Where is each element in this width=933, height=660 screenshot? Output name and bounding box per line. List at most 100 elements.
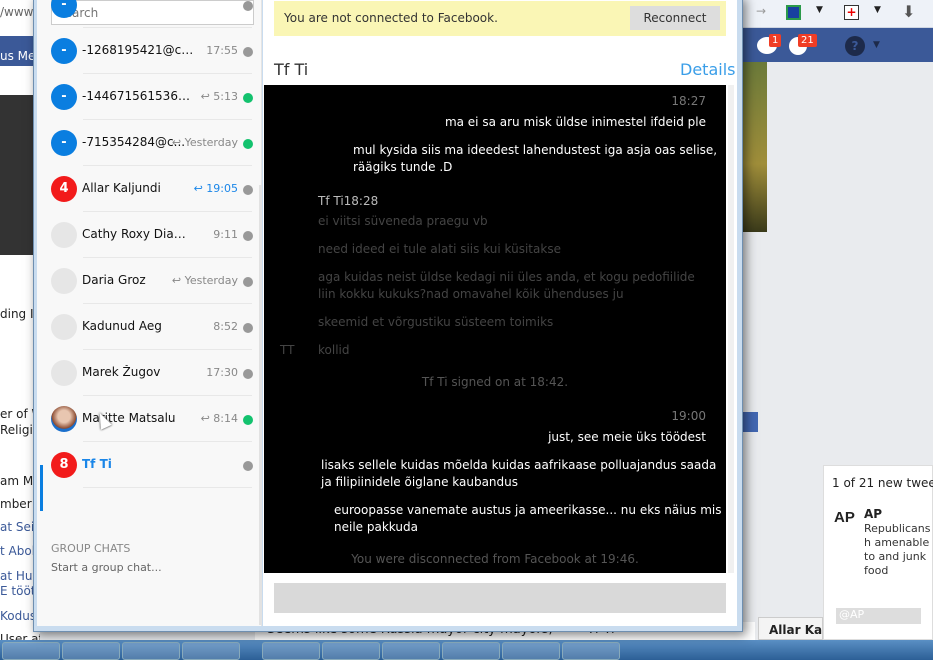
contact-avatar: -: [51, 38, 77, 64]
tweet-header: 1 of 21 new tweets: [832, 476, 933, 490]
contact-name: -1446715615369885...: [82, 89, 194, 103]
taskbar-item[interactable]: [262, 642, 320, 660]
save-icon[interactable]: [786, 5, 801, 20]
tweet-text: Republicans h amenable to and junk food: [864, 522, 931, 577]
dropdown-icon[interactable]: ▼: [874, 5, 881, 15]
dropdown-icon[interactable]: ▼: [873, 40, 880, 50]
contact-row[interactable]: Maritte Matsalu ↩ 8:14: [41, 396, 258, 442]
contact-avatar: -: [51, 130, 77, 156]
contact-avatar: 4: [51, 176, 77, 202]
message-outgoing: euroopasse vanemate austus ja ameerikass…: [334, 503, 722, 517]
reconnect-button[interactable]: Reconnect: [630, 6, 720, 30]
tweet-notification[interactable]: 1 of 21 new tweets AP AP Republicans h a…: [823, 465, 933, 640]
taskbar-item[interactable]: [182, 642, 240, 660]
contact-avatar: 8: [51, 452, 77, 478]
contact-row[interactable]: Marek Žugov 17:30: [41, 350, 258, 396]
message-outgoing: mul kysida siis ma ideedest lahendustest…: [353, 143, 718, 157]
selected-indicator: [40, 465, 43, 511]
message-outgoing: ja filipiinidele õiglane kaubandus: [321, 475, 519, 489]
message-outgoing: räägiks tunde .D: [353, 160, 453, 174]
contact-name: Cathy Roxy Diamond: [82, 227, 194, 241]
message-incoming: liin kokku kukuks?nad omavahel kõik ühen…: [318, 287, 624, 301]
message-input[interactable]: [274, 583, 726, 613]
details-link[interactable]: Details: [680, 60, 735, 79]
contact-avatar: [51, 406, 77, 432]
taskbar-item[interactable]: [2, 642, 60, 660]
taskbar-item[interactable]: [122, 642, 180, 660]
contact-time: 17:30: [206, 366, 238, 379]
contact-avatar: [51, 314, 77, 340]
contact-row[interactable]: Kadunud Aeg 8:52: [41, 304, 258, 350]
contact-name: -1268195421@chat.fa...: [82, 43, 194, 57]
chat-tab-allar[interactable]: Allar Kaljundi: [758, 617, 823, 640]
bg-url: /www.: [0, 5, 37, 19]
contact-time: 9:11: [213, 228, 238, 241]
contact-row[interactable]: -: [41, 0, 258, 28]
taskbar-item[interactable]: [322, 642, 380, 660]
message-incoming: need ideed ei tule alati siis kui küsita…: [318, 242, 561, 256]
system-message: Tf Ti signed on at 18:42.: [421, 375, 569, 389]
contact-time: ↩ 19:05: [193, 182, 238, 195]
sender-initials: TT: [280, 343, 295, 357]
contact-avatar: [51, 222, 77, 248]
divider: [83, 487, 252, 488]
taskbar-firefox[interactable]: [62, 642, 120, 660]
status-dot-icon: [243, 323, 253, 333]
contact-avatar: [51, 360, 77, 386]
cover-photo: [740, 62, 767, 232]
tweet-handle: @AP: [836, 608, 921, 624]
contact-avatar: [51, 268, 77, 294]
status-dot-icon: [243, 93, 253, 103]
contact-time: ↩ Yesterday: [171, 274, 238, 287]
message-log-scrollbar[interactable]: [728, 85, 734, 573]
contact-time: ↩ Yesterday: [171, 136, 238, 149]
contact-name: Marek Žugov: [82, 365, 161, 379]
contact-avatar: -: [51, 84, 77, 110]
sidebar-scrollbar[interactable]: [259, 185, 262, 625]
taskbar-item[interactable]: [382, 642, 440, 660]
message-log: 18:27 ma ei sa aru misk üldse inimestel …: [264, 85, 726, 573]
message-incoming: skeemid et võrgustiku süsteem toimiks: [318, 315, 554, 329]
group-chats-heading: GROUP CHATS: [51, 542, 131, 555]
dropdown-icon[interactable]: ▼: [816, 5, 823, 15]
contact-row[interactable]: --1446715615369885... ↩ 5:13: [41, 74, 258, 120]
message-outgoing: neile pakkuda: [334, 520, 418, 534]
contact-row[interactable]: 8 Tf Ti: [41, 442, 258, 488]
system-message: You were disconnected from Facebook at 1…: [351, 552, 639, 566]
contact-row[interactable]: --1268195421@chat.fa... 17:55: [41, 28, 258, 74]
contact-row[interactable]: Daria Groz ↩ Yesterday: [41, 258, 258, 304]
status-dot-icon: [243, 231, 253, 241]
bg-fragment: Religi: [0, 423, 33, 437]
start-group-chat-link[interactable]: Start a group chat...: [51, 561, 162, 574]
taskbar-item[interactable]: [562, 642, 620, 660]
addon-icon[interactable]: +: [844, 5, 859, 20]
contact-row[interactable]: 4 Allar Kaljundi ↩ 19:05: [41, 166, 258, 212]
help-icon[interactable]: ?: [845, 36, 865, 56]
taskbar-item[interactable]: [502, 642, 560, 660]
forward-arrow-icon[interactable]: →: [756, 4, 766, 18]
contact-avatar: -: [51, 0, 77, 18]
timestamp: 19:00: [671, 409, 706, 423]
bg-link[interactable]: Kodus: [0, 609, 36, 623]
taskbar-item[interactable]: [442, 642, 500, 660]
messenger-badge: 1: [769, 34, 782, 47]
ap-logo-icon: AP: [834, 509, 855, 526]
conversation-title: Tf Ti: [274, 60, 309, 79]
notifications-badge: 21: [798, 34, 817, 47]
message-outgoing: just, see meie üks töödest: [548, 430, 706, 444]
status-dot-icon: [243, 277, 253, 287]
contact-time: ↩ 5:13: [200, 90, 238, 103]
contact-time: 17:55: [206, 44, 238, 57]
message-outgoing: ma ei sa aru misk üldse inimestel ifdeid…: [444, 115, 706, 129]
status-dot-icon: [243, 415, 253, 425]
timestamp: 18:27: [671, 94, 706, 108]
message-incoming: kollid: [318, 343, 350, 357]
download-icon[interactable]: ⬇: [902, 2, 915, 21]
contact-time: ↩ 8:14: [200, 412, 238, 425]
message-outgoing: lisaks sellele kuidas mõelda kuidas aafr…: [321, 458, 717, 472]
contact-row[interactable]: Cathy Roxy Diamond 9:11: [41, 212, 258, 258]
status-dot-icon: [243, 1, 253, 11]
message-incoming: aga kuidas neist üldse kedagi nii üles a…: [318, 270, 695, 284]
contact-name: Kadunud Aeg: [82, 319, 162, 333]
contact-row[interactable]: - -715354284@c... ↩ Yesterday: [41, 120, 258, 166]
